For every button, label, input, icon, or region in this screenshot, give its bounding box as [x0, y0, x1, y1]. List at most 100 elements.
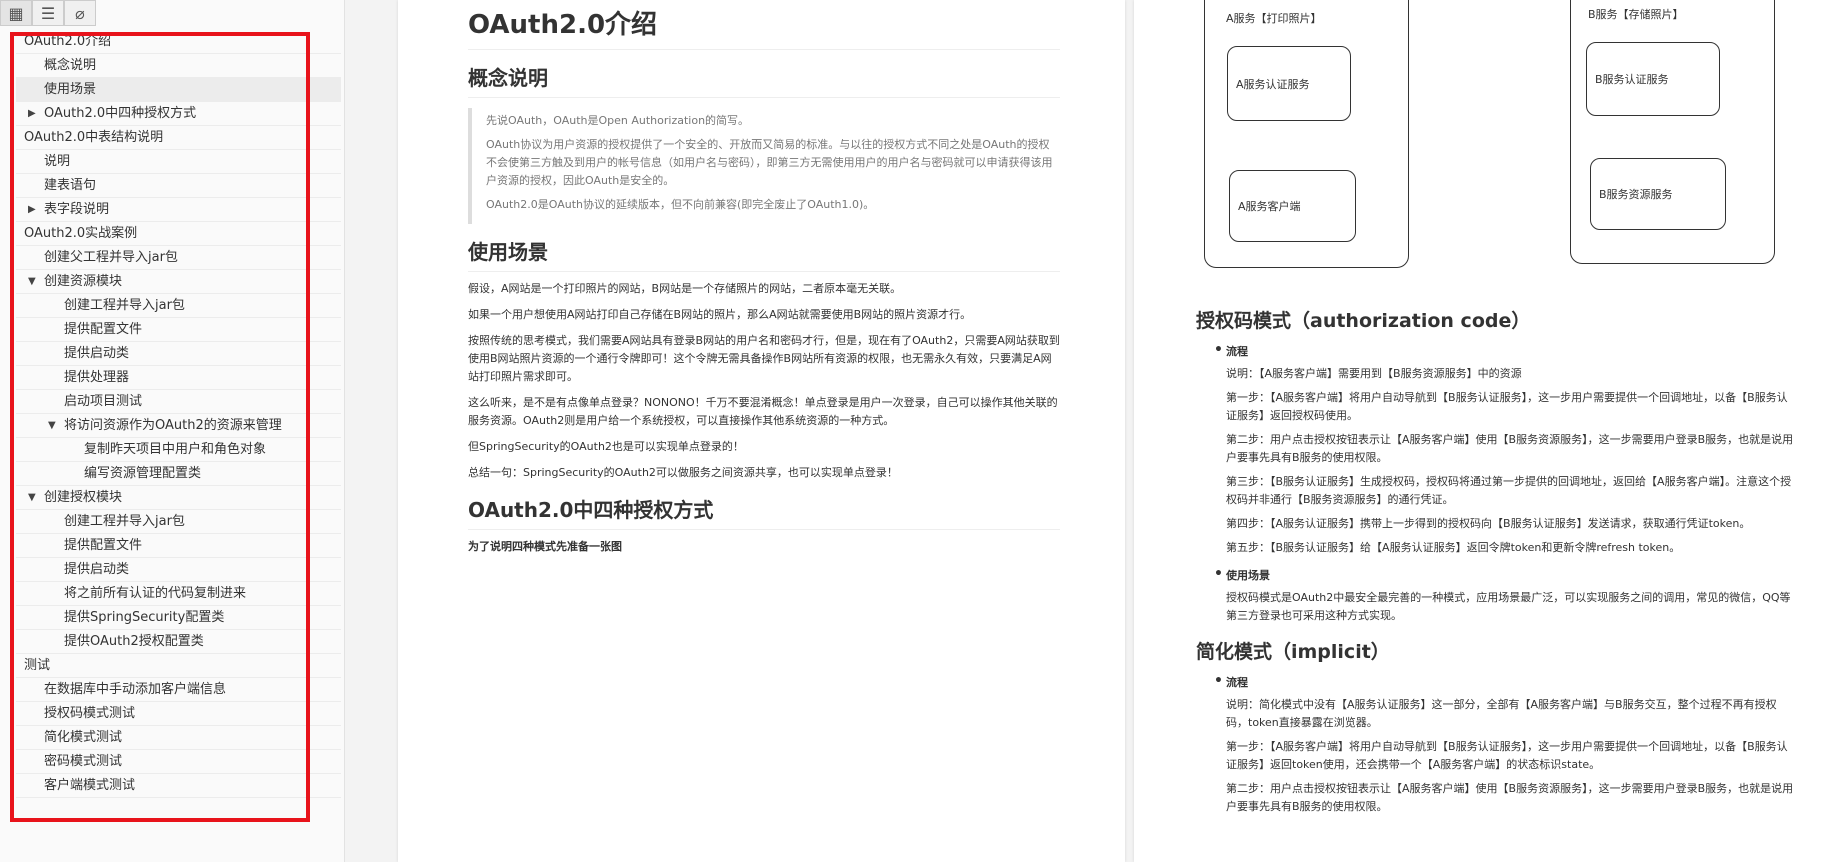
toc-item-label: 表字段说明 [44, 202, 110, 217]
toc-item[interactable]: 提供启动类 [16, 558, 341, 582]
auth-code-step: 第一步：【A服务客户端】将用户自动导航到【B服务认证服务】，这一步用户需要提供一… [1226, 391, 1788, 422]
toc-item[interactable]: 提供配置文件 [16, 318, 341, 342]
toc-item[interactable]: 提供OAuth2授权配置类 [16, 630, 341, 654]
toc-item[interactable]: 将之前所有认证的代码复制进来 [16, 582, 341, 606]
toc-item[interactable]: 说明 [16, 150, 341, 174]
implicit-step: 第一步：【A服务客户端】将用户自动导航到【B服务认证服务】，这一步用户需要提供一… [1226, 740, 1788, 771]
page-title: OAuth2.0介绍 [468, 0, 1060, 50]
grid-view-icon[interactable]: ▦ [0, 0, 32, 26]
toc-item[interactable]: 授权码模式测试 [16, 702, 341, 726]
a-service-title: A服务【打印照片】 [1226, 12, 1322, 25]
table-of-contents: OAuth2.0介绍 概念说明使用场景 ▶ OAuth2.0中四种授权方式 OAuth2… [16, 30, 341, 798]
toc-item-label: 提供SpringSecurity配置类 [64, 610, 225, 625]
toc-item-label: 创建工程并导入jar包 [64, 514, 185, 529]
toc-item-label: 测试 [24, 658, 51, 673]
heading-concept: 概念说明 [468, 62, 1060, 98]
sidebar-toolbar: ▦ ☰ ⌀ [0, 0, 96, 26]
toc-item-label: 在数据库中手动添加客户端信息 [44, 682, 227, 697]
toc-item[interactable]: 简化模式测试 [16, 726, 341, 750]
toc-item-label: 提供配置文件 [64, 538, 143, 553]
auth-code-step: 说明：【A服务客户端】需要用到【B服务资源服务】中的资源 [1226, 367, 1522, 380]
toc-item[interactable]: 启动项目测试 [16, 390, 341, 414]
expand-arrow-icon[interactable]: ▶ [28, 198, 36, 222]
toc-item-label: 将访问资源作为OAuth2的资源来管理 [64, 418, 282, 433]
toc-item-label: 创建工程并导入jar包 [64, 298, 185, 313]
a-client-box: A服务客户端 [1229, 170, 1356, 242]
toc-item[interactable]: 创建工程并导入jar包 [16, 294, 341, 318]
toc-item-label: OAuth2.0实战案例 [24, 226, 138, 241]
toc-item[interactable]: 在数据库中手动添加客户端信息 [16, 678, 341, 702]
toc-item[interactable]: 使用场景 [16, 78, 341, 102]
toc-item[interactable]: ▼ 创建授权模块 [16, 486, 341, 510]
expand-arrow-icon[interactable]: ▶ [28, 102, 36, 126]
b-service-title: B服务【存储照片】 [1588, 8, 1684, 21]
a-auth-box: A服务认证服务 [1227, 46, 1351, 121]
page-1-content: OAuth2.0介绍 概念说明 先说OAuth，OAuth是Open Autho… [468, 0, 1060, 556]
toc-item[interactable]: ▼ 将访问资源作为OAuth2的资源来管理 [16, 414, 341, 438]
toc-item[interactable]: OAuth2.0中表结构说明 [16, 126, 341, 150]
toc-item-label: 提供处理器 [64, 370, 130, 385]
toc-item-label: 说明 [44, 154, 71, 169]
toc-item[interactable]: ▶ 表字段说明 [16, 198, 341, 222]
heading-auth-code: 授权码模式（authorization code） [1196, 310, 1531, 332]
collapse-arrow-icon[interactable]: ▼ [28, 270, 36, 294]
collapse-arrow-icon[interactable]: ▼ [28, 486, 36, 510]
toc-item-label: 创建授权模块 [44, 490, 123, 505]
toc-item-label: 提供OAuth2授权配置类 [64, 634, 204, 649]
toc-item[interactable]: 提供处理器 [16, 366, 341, 390]
toc-item-label: 复制昨天项目中用户和角色对象 [84, 442, 267, 457]
toc-item[interactable]: OAuth2.0介绍 [16, 30, 341, 54]
b-auth-box: B服务认证服务 [1586, 42, 1720, 116]
toc-item[interactable]: OAuth2.0实战案例 [16, 222, 341, 246]
toc-item[interactable]: 提供启动类 [16, 342, 341, 366]
outline-sidebar: ▦ ☰ ⌀ OAuth2.0介绍 概念说明使用场景 ▶ OAuth2.0中四种授权方式… [0, 0, 345, 862]
usage-paragraph: 假设，A网站是一个打印照片的网站，B网站是一个存储照片的网站，二者原本毫无关联。 [468, 282, 902, 295]
toc-item[interactable]: 提供配置文件 [16, 534, 341, 558]
toc-item[interactable]: 创建工程并导入jar包 [16, 510, 341, 534]
toc-item[interactable]: 提供SpringSecurity配置类 [16, 606, 341, 630]
toc-item-label: 创建资源模块 [44, 274, 123, 289]
auth-code-flow-title: 流程 [1196, 342, 1796, 359]
toc-item-label: 简化模式测试 [44, 730, 123, 745]
toc-item[interactable]: 测试 [16, 654, 341, 678]
oauth-diagram: A服务【打印照片】 A服务认证服务 A服务客户端 B服务【存储照片】 B服务认证… [1204, 0, 1789, 268]
usage-paragraph: 这么听来，是不是有点像单点登录？NONONO！千万不要混淆概念！单点登录是用户一… [468, 396, 1058, 427]
page-2-content: 授权码模式（authorization code） 流程 说明：【A服务客户端】… [1196, 296, 1796, 816]
toc-item-label: 创建父工程并导入jar包 [44, 250, 178, 265]
b-resource-box: B服务资源服务 [1590, 158, 1726, 230]
usage-paragraph: 如果一个用户想使用A网站打印自己存储在B网站的照片，那么A网站就需要使用B网站的… [468, 308, 972, 321]
toc-item-label: 概念说明 [44, 58, 97, 73]
heading-modes: OAuth2.0中四种授权方式 [468, 494, 1060, 530]
attachment-icon[interactable]: ⌀ [64, 0, 96, 26]
toc-item[interactable]: 编写资源管理配置类 [16, 462, 341, 486]
toc-item-label: OAuth2.0中表结构说明 [24, 130, 164, 145]
toc-item-label: 授权码模式测试 [44, 706, 136, 721]
toc-item[interactable]: 客户端模式测试 [16, 774, 341, 798]
quote-paragraph: OAuth协议为用户资源的授权提供了一个安全的、开放而又简易的标准。与以往的授权… [486, 138, 1053, 187]
collapse-arrow-icon[interactable]: ▼ [48, 414, 56, 438]
usage-paragraph: 总结一句：SpringSecurity的OAuth2可以做服务之间资源共享，也可… [468, 466, 898, 479]
toc-item-label: 将之前所有认证的代码复制进来 [64, 586, 247, 601]
list-view-icon[interactable]: ☰ [32, 0, 64, 26]
auth-code-usage: 授权码模式是OAuth2中最安全最完善的一种模式，应用场景最广泛，可以实现服务之… [1226, 591, 1791, 622]
document-page-1: OAuth2.0介绍 概念说明 先说OAuth，OAuth是Open Autho… [398, 0, 1125, 862]
toc-item[interactable]: ▶ OAuth2.0中四种授权方式 [16, 102, 341, 126]
toc-item[interactable]: 创建父工程并导入jar包 [16, 246, 341, 270]
toc-item-label: 提供配置文件 [64, 322, 143, 337]
toc-item-label: 提供启动类 [64, 562, 130, 577]
toc-item-label: 提供启动类 [64, 346, 130, 361]
toc-item[interactable]: 概念说明 [16, 54, 341, 78]
modes-intro: 为了说明四种模式先准备一张图 [468, 540, 622, 553]
toc-item[interactable]: 密码模式测试 [16, 750, 341, 774]
implicit-step: 说明：简化模式中没有【A服务认证服务】这一部分，全部有【A服务客户端】与B服务交… [1226, 698, 1777, 729]
toc-item-label: 使用场景 [44, 82, 97, 97]
implicit-step: 第二步：用户点击授权按钮表示让【A服务客户端】使用【B服务资源服务】，这一步需要… [1226, 782, 1794, 813]
toc-item-label: OAuth2.0介绍 [24, 34, 112, 49]
toc-item[interactable]: ▼ 创建资源模块 [16, 270, 341, 294]
auth-code-step: 第二步：用户点击授权按钮表示让【A服务客户端】使用【B服务资源服务】，这一步需要… [1226, 433, 1794, 464]
heading-usage: 使用场景 [468, 236, 1060, 272]
heading-implicit: 简化模式（implicit） [1196, 641, 1390, 663]
toc-item[interactable]: 建表语句 [16, 174, 341, 198]
toc-item[interactable]: 复制昨天项目中用户和角色对象 [16, 438, 341, 462]
toc-item-label: 客户端模式测试 [44, 778, 136, 793]
